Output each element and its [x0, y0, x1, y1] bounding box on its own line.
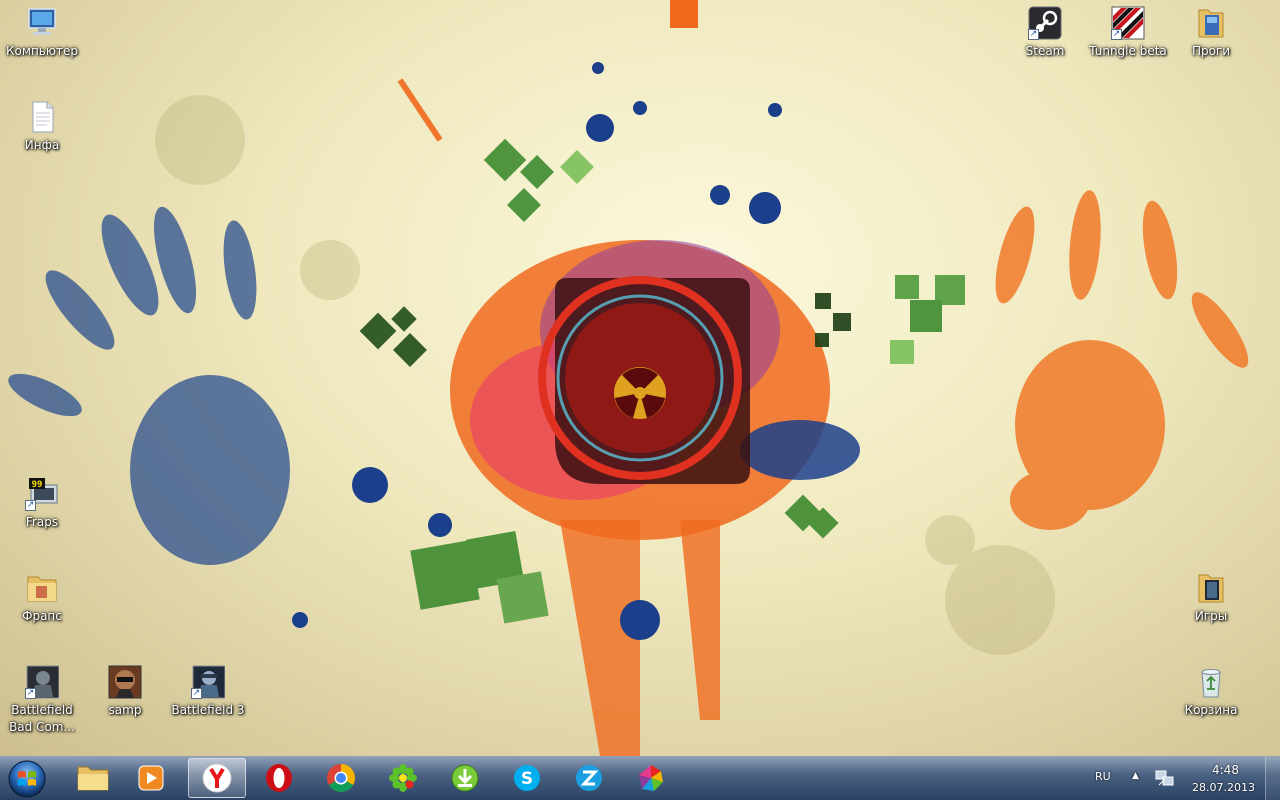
clock-time[interactable]: 4:48 — [1212, 763, 1239, 777]
folder-icon — [25, 571, 59, 605]
icq-icon — [389, 764, 417, 792]
text-file-icon — [25, 100, 59, 134]
taskbar-downloader[interactable] — [436, 758, 494, 798]
icon-label: Игры — [1194, 609, 1228, 623]
language-indicator[interactable]: RU — [1095, 770, 1111, 783]
orange-handprint — [995, 190, 1249, 530]
icon-label: Tunngle beta — [1089, 44, 1167, 58]
chrome-icon — [327, 764, 355, 792]
desktop[interactable]: Компьютер Инфа 99 ↗ Fraps Фрапс ↗ Battle… — [0, 0, 1280, 756]
folder-icon — [77, 766, 109, 791]
show-hidden-icons-arrow[interactable]: ▲ — [1132, 771, 1139, 781]
desktop-icon-tunngle[interactable]: ↗ Tunngle beta — [1086, 6, 1170, 60]
wallpaper — [8, 0, 1249, 756]
desktop-icon-info[interactable]: Инфа — [0, 100, 84, 154]
picasa-icon — [639, 765, 663, 791]
network-icon[interactable] — [1155, 769, 1175, 791]
desktop-icon-games[interactable]: Игры — [1169, 571, 1253, 625]
clock-date[interactable]: 28.07.2013 — [1192, 781, 1255, 794]
opera-icon — [266, 764, 292, 792]
taskbar-skype[interactable]: S — [498, 758, 556, 798]
radiation-logo — [538, 276, 750, 484]
computer-icon — [25, 6, 59, 40]
start-button[interactable] — [2, 757, 52, 801]
shortcut-arrow-icon: ↗ — [25, 688, 36, 699]
folder-icon — [1194, 6, 1228, 40]
taskbar-icq[interactable] — [374, 758, 432, 798]
steam-icon: ↗ — [1028, 6, 1062, 40]
taskbar: S RU ▲ 4:48 28.07.2013 — [0, 756, 1280, 801]
icon-label: Battlefield Bad Com... — [9, 703, 75, 734]
icon-label: Корзина — [1184, 703, 1238, 717]
icon-label: Проги — [1191, 44, 1231, 58]
fraps-icon: 99 ↗ — [25, 477, 59, 511]
recycle-bin-icon — [1194, 665, 1228, 699]
skype-icon: S — [514, 765, 540, 791]
desktop-icon-computer[interactable]: Компьютер — [0, 6, 84, 60]
desktop-icon-recycle-bin[interactable]: Корзина — [1169, 665, 1253, 719]
taskbar-explorer[interactable] — [64, 758, 122, 798]
desktop-icon-progi[interactable]: Проги — [1169, 6, 1253, 60]
show-desktop-button[interactable] — [1265, 757, 1280, 801]
tunngle-icon: ↗ — [1111, 6, 1145, 40]
battlefield-bc-icon: ↗ — [25, 665, 60, 699]
taskbar-opera[interactable] — [250, 758, 308, 798]
zona-icon — [576, 765, 602, 791]
svg-text:S: S — [521, 769, 533, 789]
desktop-icon-battlefield-3[interactable]: ↗ Battlefield 3 — [166, 665, 250, 719]
shortcut-arrow-icon: ↗ — [191, 688, 202, 699]
taskbar-media-player[interactable] — [122, 758, 180, 798]
icon-label: Fraps — [25, 515, 59, 529]
taskbar-picasa[interactable] — [622, 758, 680, 798]
taskbar-chrome[interactable] — [312, 758, 370, 798]
download-icon — [451, 764, 479, 792]
icon-label: Инфа — [24, 138, 60, 152]
shortcut-arrow-icon: ↗ — [1028, 29, 1039, 40]
icon-label: samp — [108, 703, 142, 717]
icon-label: Battlefield 3 — [171, 703, 245, 717]
folder-icon — [1194, 571, 1228, 605]
samp-icon — [108, 665, 142, 699]
icon-label: Steam — [1025, 44, 1065, 58]
media-player-icon — [138, 765, 164, 791]
shortcut-arrow-icon: ↗ — [25, 500, 36, 511]
yandex-browser-icon — [202, 763, 232, 793]
icon-label: Фрапс — [22, 609, 62, 623]
fraps-badge-text: 99 — [32, 480, 43, 490]
desktop-icon-samp[interactable]: samp — [83, 665, 167, 719]
taskbar-yandex[interactable] — [188, 758, 246, 798]
shortcut-arrow-icon: ↗ — [1111, 29, 1122, 40]
desktop-icon-battlefield-bc[interactable]: ↗ Battlefield Bad Com... — [0, 665, 84, 736]
taskbar-zona[interactable] — [560, 758, 618, 798]
desktop-icon-steam[interactable]: ↗ Steam — [1003, 6, 1087, 60]
desktop-icon-fraps[interactable]: 99 ↗ Fraps — [0, 477, 84, 531]
battlefield-3-icon: ↗ — [191, 665, 226, 699]
desktop-icon-fraps-folder[interactable]: Фрапс — [0, 571, 84, 625]
windows-logo-icon — [8, 760, 46, 798]
icon-label: Компьютер — [6, 44, 78, 58]
